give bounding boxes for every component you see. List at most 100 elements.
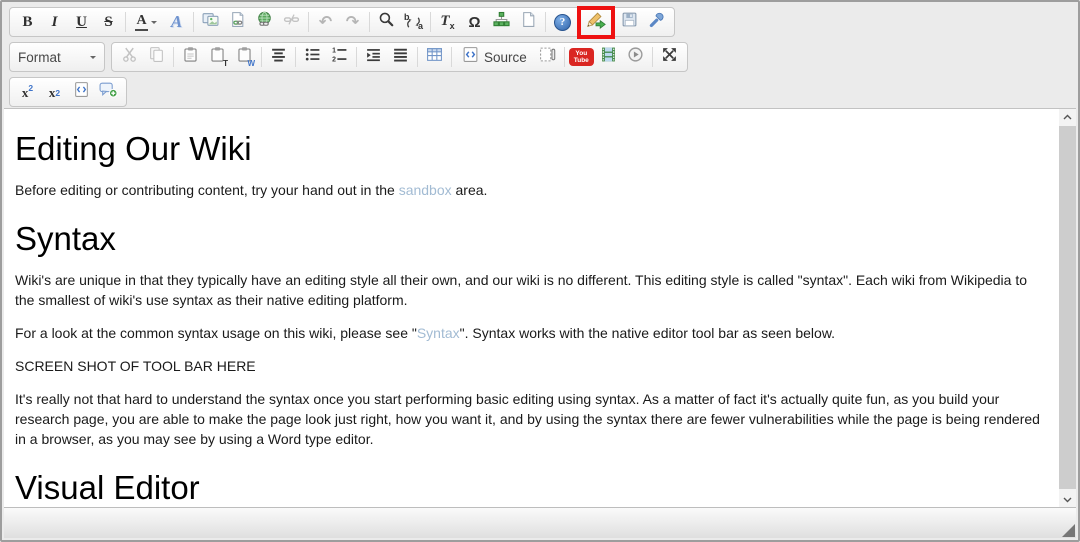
- new-page-icon: [520, 11, 537, 33]
- embed-video-button[interactable]: [595, 45, 622, 70]
- bulleted-list-icon: [304, 46, 321, 68]
- paste-word-icon: W: [236, 46, 253, 68]
- find-button[interactable]: [373, 10, 400, 35]
- add-comment-button[interactable]: [95, 80, 122, 105]
- indent-button[interactable]: [360, 45, 387, 70]
- strikethrough-button[interactable]: S: [95, 10, 122, 35]
- svg-text:2: 2: [332, 57, 336, 63]
- sandbox-link[interactable]: sandbox: [399, 182, 452, 198]
- superscript-button[interactable]: x2: [14, 80, 41, 105]
- toolbar-separator: [369, 12, 370, 32]
- paragraph-wikis-unique: Wiki's are unique in that they typically…: [15, 270, 1045, 310]
- toolbar-area: B I U S A A: [2, 2, 1078, 106]
- toolbar-row-3: x2 x2: [9, 77, 1071, 107]
- save-disk-icon: [621, 11, 638, 33]
- chevron-down-icon: [90, 56, 96, 62]
- scrollbar-thumb[interactable]: [1059, 126, 1076, 489]
- italic-icon: I: [52, 15, 58, 30]
- scroll-down-button[interactable]: [1059, 492, 1076, 507]
- scroll-up-button[interactable]: [1059, 109, 1076, 124]
- styles-button[interactable]: A: [163, 10, 190, 35]
- media-play-button[interactable]: [622, 45, 649, 70]
- toolbar-row-2: Format T W: [9, 42, 1071, 72]
- cut-button[interactable]: [116, 45, 143, 70]
- toolbar-group-paragraph: T W 12: [111, 42, 688, 72]
- paragraph-screenshot-placeholder: SCREEN SHOT OF TOOL BAR HERE: [15, 356, 1045, 376]
- bulleted-list-button[interactable]: [299, 45, 326, 70]
- paste-from-word-button[interactable]: W: [231, 45, 258, 70]
- paste-as-text-button[interactable]: T: [204, 45, 231, 70]
- sitemap-button[interactable]: [488, 10, 515, 35]
- replace-button[interactable]: ba: [400, 10, 427, 35]
- external-link-button[interactable]: [251, 10, 278, 35]
- toolbar-group-formatting: B I U S A A: [9, 7, 675, 37]
- maximize-button[interactable]: [656, 45, 683, 70]
- unlink-button[interactable]: [278, 10, 305, 35]
- search-icon: [378, 11, 395, 33]
- redo-icon: ↷: [346, 14, 359, 30]
- toolbar-separator: [430, 12, 431, 32]
- youtube-button[interactable]: YouTube: [568, 45, 595, 70]
- editing-area[interactable]: Editing Our Wiki Before editing or contr…: [4, 108, 1076, 507]
- chevron-down-icon: [151, 21, 157, 27]
- remove-format-button[interactable]: Tx: [434, 10, 461, 35]
- justify-button[interactable]: [387, 45, 414, 70]
- toolbar-separator: [173, 47, 174, 67]
- sitemap-icon: [493, 11, 510, 33]
- underline-button[interactable]: U: [68, 10, 95, 35]
- numbered-list-icon: 12: [331, 46, 348, 68]
- svg-text:1: 1: [332, 48, 336, 55]
- format-dropdown[interactable]: Format: [9, 42, 105, 72]
- select-all-icon: [539, 46, 556, 68]
- images-icon: [202, 11, 219, 33]
- code-icon: [73, 81, 90, 103]
- wrench-icon: [648, 11, 665, 33]
- toolbar-separator: [356, 47, 357, 67]
- redo-button[interactable]: ↷: [339, 10, 366, 35]
- comment-add-icon: [99, 81, 118, 103]
- code-snippet-button[interactable]: [68, 80, 95, 105]
- insert-table-button[interactable]: [421, 45, 448, 70]
- about-button[interactable]: ?: [549, 10, 576, 35]
- internal-link-button[interactable]: [224, 10, 251, 35]
- source-button[interactable]: Source: [455, 45, 534, 70]
- paste-icon: [182, 46, 199, 68]
- subscript-button[interactable]: x2: [41, 80, 68, 105]
- align-center-button[interactable]: [265, 45, 292, 70]
- unlink-icon: [283, 11, 300, 33]
- settings-button[interactable]: [643, 10, 670, 35]
- undo-button[interactable]: ↶: [312, 10, 339, 35]
- ckeditor-window: B I U S A A: [0, 0, 1080, 542]
- edit-pencil-button[interactable]: [583, 10, 610, 35]
- align-center-icon: [270, 46, 287, 68]
- numbered-list-button[interactable]: 12: [326, 45, 353, 70]
- omega-icon: Ω: [468, 14, 480, 31]
- toolbar-separator: [545, 12, 546, 32]
- new-page-button[interactable]: [515, 10, 542, 35]
- remove-format-icon: Tx: [440, 14, 454, 31]
- paste-text-icon: T: [209, 46, 226, 68]
- save-button[interactable]: [616, 10, 643, 35]
- insert-images-button[interactable]: [197, 10, 224, 35]
- strikethrough-icon: S: [104, 15, 112, 30]
- toolbar-separator: [564, 47, 565, 67]
- superscript-icon: x2: [22, 84, 33, 100]
- copy-button[interactable]: [143, 45, 170, 70]
- toolbar-separator: [193, 12, 194, 32]
- paste-button[interactable]: [177, 45, 204, 70]
- justify-icon: [392, 46, 409, 68]
- italic-button[interactable]: I: [41, 10, 68, 35]
- replace-icon: ba: [404, 13, 423, 31]
- bold-button[interactable]: B: [14, 10, 41, 35]
- help-icon: ?: [554, 14, 571, 31]
- toolbar-separator: [261, 47, 262, 67]
- special-character-button[interactable]: Ω: [461, 10, 488, 35]
- vertical-scrollbar[interactable]: [1059, 109, 1076, 507]
- toolbar-separator: [451, 47, 452, 67]
- resize-grip-icon[interactable]: [1062, 524, 1075, 537]
- select-all-button[interactable]: [534, 45, 561, 70]
- paragraph-syntax-usage: For a look at the common syntax usage on…: [15, 323, 1045, 343]
- heading-visual-editor: Visual Editor: [15, 469, 1045, 506]
- syntax-link[interactable]: Syntax: [417, 325, 460, 341]
- text-color-button[interactable]: A: [129, 10, 163, 35]
